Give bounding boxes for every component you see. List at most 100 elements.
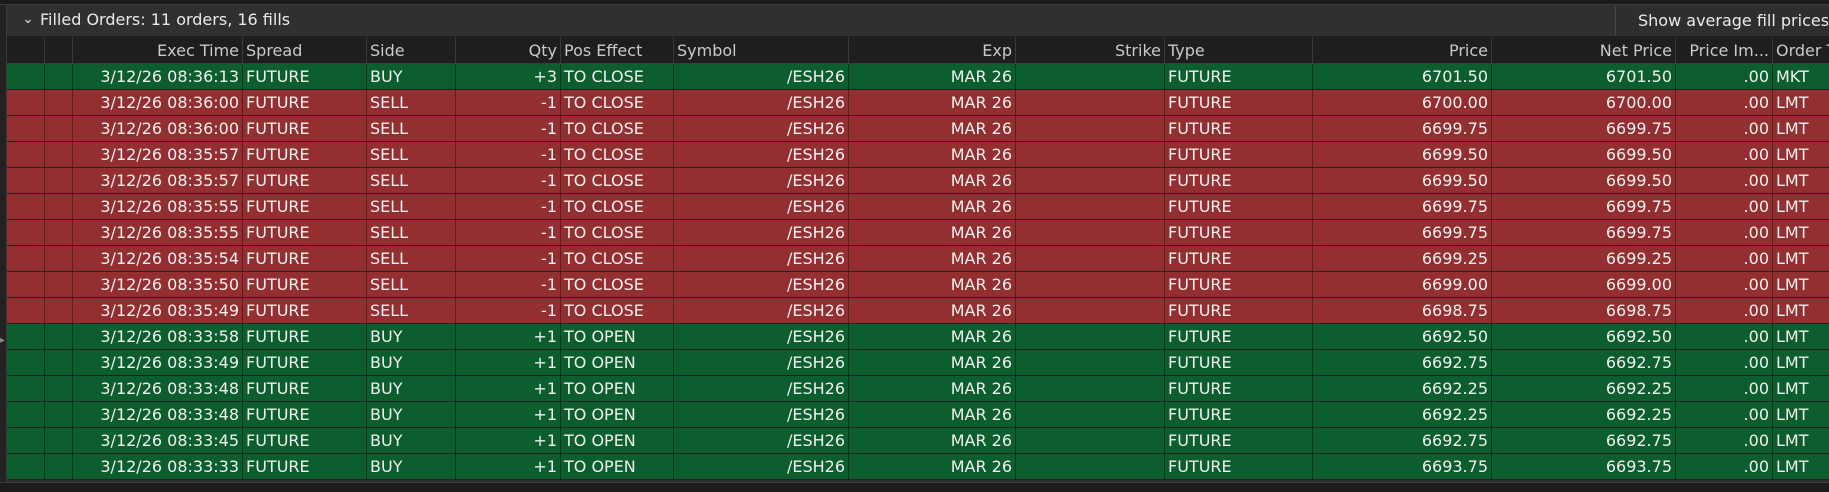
table-row[interactable]: 3/12/26 08:33:48 FUTURE BUY +1 TO OPEN/ESH26… <box>7 376 1829 402</box>
column-header-strike[interactable]: Strike <box>1016 37 1165 63</box>
table-row[interactable]: 3/12/26 08:35:55 FUTURE SELL -1 TO CLOSE/ESH… <box>7 220 1829 246</box>
cell-strike <box>1016 454 1165 479</box>
cell-order-type: LMT <box>1776 379 1809 398</box>
table-row[interactable]: 3/12/26 08:35:57 FUTURE SELL -1 TO CLOSE/ESH… <box>7 168 1829 194</box>
cell-side: BUY <box>367 324 456 349</box>
cell-side: SELL <box>367 194 456 219</box>
cell-spread: FUTURE <box>243 298 367 323</box>
cell-exp: MAR 26 <box>849 246 1016 271</box>
cell-price-improvement: .00 <box>1676 194 1773 219</box>
cell-exec-time: 3/12/26 08:33:45 <box>73 428 243 453</box>
table-row[interactable]: 3/12/26 08:36:00 FUTURE SELL -1 TO CLOSE/ESH… <box>7 116 1829 142</box>
cell-price: 6692.25 <box>1313 402 1492 427</box>
filled-orders-title[interactable]: Filled Orders: 11 orders, 16 fills <box>40 10 290 30</box>
table-row[interactable]: 3/12/26 08:33:45 FUTURE BUY +1 TO OPEN/ESH26… <box>7 428 1829 454</box>
table-row[interactable]: 3/12/26 08:35:55 FUTURE SELL -1 TO CLOSE/ESH… <box>7 194 1829 220</box>
row-blank-1 <box>7 194 45 219</box>
cell-pos-effect: TO OPEN <box>561 454 674 479</box>
cell-qty: -1 <box>456 246 561 271</box>
cell-price: 6693.75 <box>1313 454 1492 479</box>
cell-qty: +1 <box>456 350 561 375</box>
table-row[interactable]: 3/12/26 08:35:54 FUTURE SELL -1 TO CLOSE/ESH… <box>7 246 1829 272</box>
cell-price-improvement: .00 <box>1676 428 1773 453</box>
cell-pos-effect: TO CLOSE <box>561 298 674 323</box>
cell-qty: +1 <box>456 428 561 453</box>
table-header: Exec Time Spread Side Qty Pos Effect Sym… <box>7 37 1829 64</box>
cell-side: BUY <box>367 64 456 89</box>
column-header-exp[interactable]: Exp <box>849 37 1016 63</box>
cell-symbol: /ESH26 <box>674 168 849 193</box>
cell-price-improvement: .00 <box>1676 350 1773 375</box>
table-row[interactable]: 3/12/26 08:33:48 FUTURE BUY +1 TO OPEN/ESH26… <box>7 402 1829 428</box>
cell-strike <box>1016 246 1165 271</box>
table-row[interactable]: 3/12/26 08:35:49 FUTURE SELL -1 TO CLOSE/ESH… <box>7 298 1829 324</box>
cell-type: FUTURE <box>1165 402 1313 427</box>
cell-price: 6692.75 <box>1313 428 1492 453</box>
cell-price: 6699.00 <box>1313 272 1492 297</box>
table-row[interactable]: 3/12/26 08:36:00 FUTURE SELL -1 TO CLOSE/ESH… <box>7 90 1829 116</box>
cell-side: SELL <box>367 116 456 141</box>
cell-exp: MAR 26 <box>849 142 1016 167</box>
column-header-exec-time[interactable]: Exec Time <box>73 37 243 63</box>
cell-symbol: /ESH26 <box>674 454 849 479</box>
cell-net-price: 6699.00 <box>1492 272 1676 297</box>
column-header-type[interactable]: Type <box>1165 37 1313 63</box>
cell-strike <box>1016 324 1165 349</box>
cell-price: 6692.25 <box>1313 376 1492 401</box>
column-header-side[interactable]: Side <box>367 37 456 63</box>
table-row[interactable]: 3/12/26 08:33:33 FUTURE BUY +1 TO OPEN/ESH26… <box>7 454 1829 480</box>
cell-exec-time: 3/12/26 08:35:57 <box>73 142 243 167</box>
table-row[interactable]: 3/12/26 08:33:58 FUTURE BUY +1 TO OPEN/ESH26… <box>7 324 1829 350</box>
cell-symbol: /ESH26 <box>674 324 849 349</box>
column-header-pos-effect[interactable]: Pos Effect <box>561 37 674 63</box>
cell-strike <box>1016 220 1165 245</box>
cell-spread: FUTURE <box>243 64 367 89</box>
cell-spread: FUTURE <box>243 272 367 297</box>
cell-pos-effect: TO CLOSE <box>561 142 674 167</box>
cell-order-type: LMT <box>1776 93 1809 112</box>
column-header-price-improvement[interactable]: Price Im... <box>1676 37 1773 63</box>
table-row[interactable]: 3/12/26 08:36:13 FUTURE BUY +3 TO CLOSE/ESH2… <box>7 64 1829 90</box>
cell-order-type: LMT <box>1776 405 1809 424</box>
cell-spread: FUTURE <box>243 402 367 427</box>
cell-spread: FUTURE <box>243 116 367 141</box>
chevron-down-icon[interactable]: ⌄ <box>19 10 37 30</box>
bottom-scroll-bar[interactable] <box>0 482 1829 492</box>
cell-exp: MAR 26 <box>849 402 1016 427</box>
table-row[interactable]: 3/12/26 08:35:50 FUTURE SELL -1 TO CLOSE/ESH… <box>7 272 1829 298</box>
cell-order-type: LMT <box>1776 275 1809 294</box>
cell-pos-effect: TO OPEN <box>561 324 674 349</box>
cell-qty: -1 <box>456 142 561 167</box>
cell-exp: MAR 26 <box>849 168 1016 193</box>
column-header-net-price[interactable]: Net Price <box>1492 37 1676 63</box>
column-header-spread[interactable]: Spread <box>243 37 367 63</box>
column-header-symbol[interactable]: Symbol <box>674 37 849 63</box>
cell-qty: +1 <box>456 376 561 401</box>
cell-type: FUTURE <box>1165 220 1313 245</box>
cell-symbol: /ESH26 <box>674 376 849 401</box>
cell-qty: -1 <box>456 272 561 297</box>
cell-price-improvement: .00 <box>1676 142 1773 167</box>
row-blank-1 <box>7 142 45 167</box>
cell-symbol: /ESH26 <box>674 246 849 271</box>
cell-exp: MAR 26 <box>849 428 1016 453</box>
cell-price: 6692.75 <box>1313 350 1492 375</box>
column-header-order-type[interactable]: Order T <box>1773 37 1829 63</box>
cell-side: SELL <box>367 142 456 167</box>
row-blank-2 <box>45 324 73 349</box>
column-header-price[interactable]: Price <box>1313 37 1492 63</box>
show-average-fill-prices-button[interactable]: Show average fill prices <box>1615 6 1829 35</box>
table-row[interactable]: 3/12/26 08:35:57 FUTURE SELL -1 TO CLOSE/ESH… <box>7 142 1829 168</box>
expand-left-panel-icon[interactable]: ▸ <box>0 335 5 347</box>
cell-symbol: /ESH26 <box>674 220 849 245</box>
column-header-qty[interactable]: Qty <box>456 37 561 63</box>
table-row[interactable]: 3/12/26 08:33:49 FUTURE BUY +1 TO OPEN/ESH26… <box>7 350 1829 376</box>
cell-order-type: LMT <box>1776 327 1809 346</box>
cell-price: 6699.75 <box>1313 116 1492 141</box>
row-blank-2 <box>45 194 73 219</box>
cell-type: FUTURE <box>1165 272 1313 297</box>
cell-price-improvement: .00 <box>1676 64 1773 89</box>
cell-type: FUTURE <box>1165 142 1313 167</box>
cell-price-improvement: .00 <box>1676 272 1773 297</box>
row-blank-1 <box>7 454 45 479</box>
